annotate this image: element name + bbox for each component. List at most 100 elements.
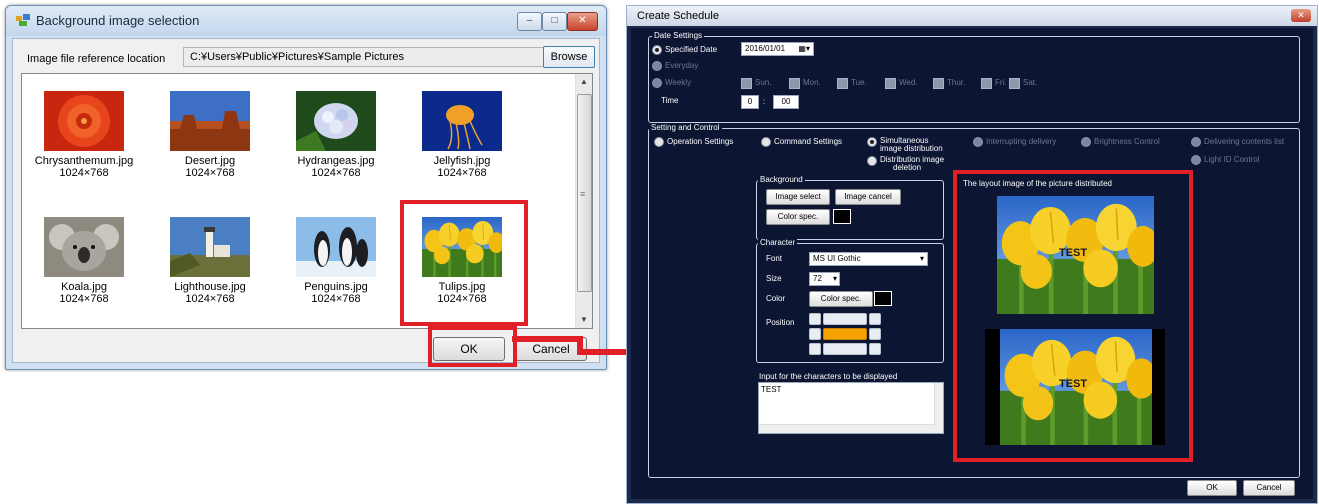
delivering-contents-label: Delivering contents list [1204,137,1285,146]
input-characters-label: Input for the characters to be displayed [759,372,898,381]
light-id-label: Light ID Control [1204,155,1260,164]
everyday-radio[interactable] [652,61,662,71]
date-settings-label: Date Settings [652,31,705,40]
simultaneous-distribution-radio[interactable] [867,137,877,147]
position-middle-center[interactable] [823,328,867,340]
thumbnail-name: Hydrangeas.jpg [297,155,375,167]
textarea-vscrollbar[interactable] [934,383,943,433]
character-color-swatch[interactable] [874,291,892,306]
thumbnail-name: Lighthouse.jpg [174,281,246,293]
thumbnail-dims: 1024×768 [185,293,235,305]
brightness-control-label: Brightness Control [1094,137,1160,146]
grip-icon: ≡ [580,189,586,199]
time-hour-field[interactable]: 0 [741,95,759,109]
distribution-deletion-radio[interactable] [867,156,877,166]
schedule-cancel-button[interactable]: Cancel [1243,480,1295,496]
interrupting-delivery-radio[interactable] [973,137,983,147]
hydrangeas-image [296,91,376,151]
size-label: Size [766,274,782,283]
thumbnail-dims: 1024×768 [437,167,487,179]
browse-button[interactable]: Browse [543,46,595,68]
schedule-title: Create Schedule [637,10,719,22]
thumbnail-dims: 1024×768 [311,167,361,179]
thumbnail-scrollbar[interactable]: ▲ ≡ ▼ [575,74,592,328]
day-checkbox-sun[interactable] [741,78,752,89]
lighthouse-image [170,217,250,277]
date-picker[interactable]: 2016/01/01 ▦▾ [741,42,814,56]
dropdown-arrow-icon: ▾ [832,274,837,283]
weekly-radio[interactable] [652,78,662,88]
size-value: 72 [813,274,822,283]
day-label: Wed. [899,78,918,87]
operation-settings-radio[interactable] [654,137,664,147]
day-checkbox-tue[interactable] [837,78,848,89]
position-middle-left[interactable] [809,328,821,340]
dropdown-arrow-icon: ▾ [919,254,924,263]
schedule-titlebar[interactable]: Create Schedule ✕ [627,6,1317,26]
position-top-center[interactable] [823,313,867,325]
deletion-label-2: deletion [893,163,922,172]
minimize-button[interactable]: – [517,12,542,31]
font-label: Font [766,254,783,263]
day-label: Tue. [851,78,867,87]
position-label: Position [766,318,795,327]
background-color-spec-button[interactable]: Color spec. [766,209,830,225]
date-value: 2016/01/01 [745,44,786,53]
font-value: MS UI Gothic [813,254,861,263]
everyday-label: Everyday [665,61,699,70]
thumbnail-name: Koala.jpg [61,281,107,293]
day-checkbox-mon[interactable] [789,78,800,89]
time-separator: : [763,97,766,106]
textarea-hscrollbar[interactable] [759,424,935,433]
schedule-close-button[interactable]: ✕ [1291,9,1311,22]
image-select-button[interactable]: Image select [766,189,830,205]
day-checkbox-sat[interactable] [1009,78,1020,89]
delivering-contents-radio[interactable] [1191,137,1201,147]
weekly-label: Weekly [665,78,692,87]
thumbnail-dims: 1024×768 [59,293,109,305]
interrupting-delivery-label: Interrupting delivery [986,137,1057,146]
calendar-icon[interactable]: ▦▾ [798,43,810,55]
position-bottom-right[interactable] [869,343,881,355]
day-checkbox-wed[interactable] [885,78,896,89]
thumbnail-name: Jellyfish.jpg [433,155,491,167]
position-top-left[interactable] [809,313,821,325]
penguins-image [296,217,376,277]
background-color-swatch[interactable] [833,209,851,224]
light-id-radio[interactable] [1191,155,1201,165]
app-icon [16,14,30,26]
close-button[interactable]: ✕ [567,12,598,31]
specified-date-radio[interactable] [652,45,662,55]
scroll-up-icon[interactable]: ▲ [576,74,592,90]
time-minute-field[interactable]: 00 [773,95,799,109]
day-label: Fri. [995,78,1007,87]
day-checkbox-thur[interactable] [933,78,944,89]
character-label: Character [758,238,798,247]
characters-text: TEST [761,385,782,394]
dialog-title: Background image selection [36,13,200,28]
schedule-ok-button[interactable]: OK [1187,480,1237,496]
command-settings-label: Command Settings [774,137,843,146]
maximize-button[interactable]: □ [542,12,567,31]
ok-callout-box [428,326,517,367]
dialog-titlebar[interactable]: Background image selection – □ ✕ [6,6,606,36]
image-cancel-button[interactable]: Image cancel [835,189,901,205]
position-bottom-center[interactable] [823,343,867,355]
position-bottom-left[interactable] [809,343,821,355]
characters-textarea[interactable]: TEST [758,382,944,434]
brightness-control-radio[interactable] [1081,137,1091,147]
reference-path-field[interactable]: C:¥Users¥Public¥Pictures¥Sample Pictures [183,47,545,67]
tulips-callout-box [400,200,528,326]
font-select[interactable]: MS UI Gothic ▾ [809,252,928,266]
command-settings-radio[interactable] [761,137,771,147]
chrysanthemum-image [44,91,124,151]
position-middle-right[interactable] [869,328,881,340]
size-select[interactable]: 72 ▾ [809,272,840,286]
character-color-spec-button[interactable]: Color spec. [809,291,873,307]
day-checkbox-fri[interactable] [981,78,992,89]
jellyfish-image [422,91,502,151]
background-label: Background [758,175,805,184]
koala-image [44,217,124,277]
specified-date-label: Specified Date [665,45,718,54]
position-top-right[interactable] [869,313,881,325]
